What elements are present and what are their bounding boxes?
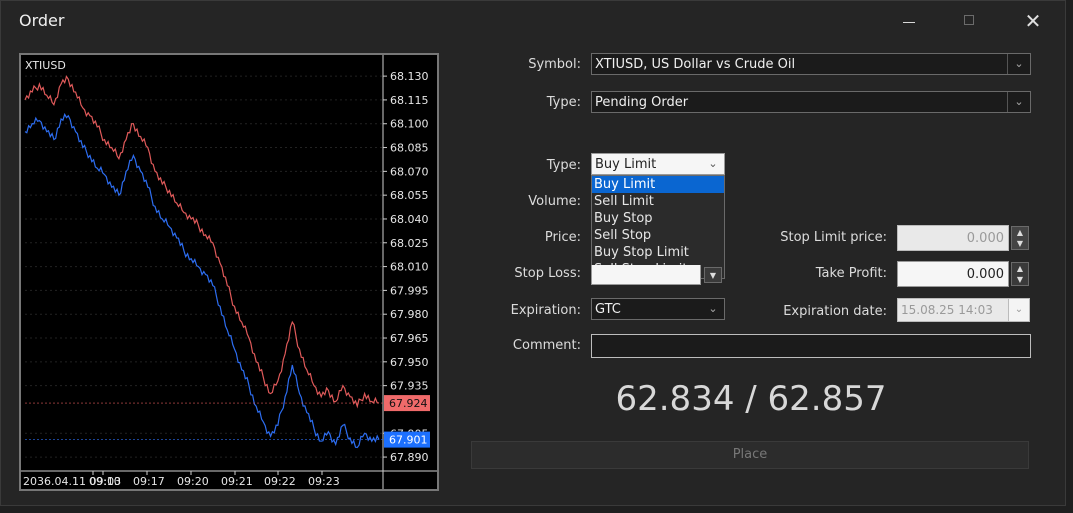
dropdown-option-buy-limit[interactable]: Buy Limit bbox=[592, 176, 724, 193]
volume-label: Volume: bbox=[528, 194, 581, 209]
title-bar[interactable]: Order ✕ bbox=[1, 1, 1065, 41]
y-tick-label: 68.010 bbox=[390, 261, 429, 274]
take-profit-stepper[interactable]: ▲ ▼ bbox=[1011, 262, 1029, 286]
y-tick-label: 67.980 bbox=[390, 308, 429, 321]
y-tick-label: 68.085 bbox=[390, 142, 429, 155]
symbol-select[interactable]: XTIUSD, US Dollar vs Crude Oil ⌄ bbox=[591, 53, 1031, 75]
expiration-label: Expiration: bbox=[510, 303, 581, 318]
x-tick-label: 09:10 bbox=[89, 475, 121, 488]
stop-limit-price-value: 0.000 bbox=[966, 231, 1004, 246]
stop-limit-price-label: Stop Limit price: bbox=[780, 230, 887, 245]
expiration-date-label: Expiration date: bbox=[783, 304, 887, 319]
expiration-value: GTC bbox=[595, 302, 621, 317]
chevron-down-icon: ⌄ bbox=[1007, 54, 1030, 74]
symbol-value: XTIUSD, US Dollar vs Crude Oil bbox=[595, 57, 796, 72]
chart-svg: 68.130 68.115 68.100 68.085 68.070 68.055 68.0… bbox=[21, 55, 437, 489]
symbol-label: Symbol: bbox=[528, 57, 581, 72]
bid-line bbox=[24, 75, 380, 409]
expiration-date-value: 15.08.25 14:03 bbox=[901, 303, 993, 317]
place-button[interactable]: Place bbox=[471, 441, 1029, 469]
order-type-select[interactable]: Pending Order ⌄ bbox=[591, 91, 1031, 113]
stop-loss-stepper[interactable]: ▼ bbox=[704, 267, 722, 283]
pending-type-select[interactable]: Buy Limit ⌄ bbox=[591, 153, 725, 175]
order-window: Order ✕ 68.130 68.115 68.100 68.085 68.070 68… bbox=[0, 0, 1066, 506]
ask-line bbox=[24, 112, 380, 449]
dropdown-option-sell-stop[interactable]: Sell Stop bbox=[592, 227, 724, 244]
y-tick-label: 68.040 bbox=[390, 213, 429, 226]
chevron-down-icon: ⌄ bbox=[708, 157, 718, 170]
y-tick-label: 67.950 bbox=[390, 356, 429, 369]
stop-loss-input[interactable] bbox=[591, 265, 701, 285]
y-tick-label: 68.100 bbox=[390, 118, 429, 131]
dropdown-option-sell-limit[interactable]: Sell Limit bbox=[592, 193, 724, 210]
x-tick-label: 09:17 bbox=[133, 475, 165, 488]
x-tick-label: 09:21 bbox=[221, 475, 253, 488]
y-tick-label: 67.890 bbox=[390, 451, 429, 464]
ask-price-tag-label: 67.901 bbox=[389, 434, 428, 447]
y-tick-label: 67.995 bbox=[390, 284, 429, 297]
chevron-down-icon: ⌄ bbox=[708, 302, 718, 315]
stop-limit-price-input[interactable]: 0.000 bbox=[897, 225, 1009, 251]
y-tick-label: 68.070 bbox=[390, 165, 429, 178]
price-label: Price: bbox=[544, 230, 581, 245]
y-tick-label: 68.055 bbox=[390, 189, 429, 202]
comment-input[interactable] bbox=[591, 334, 1031, 358]
comment-label: Comment: bbox=[512, 338, 581, 353]
pending-type-dropdown: Buy Limit Sell Limit Buy Stop Sell Stop … bbox=[591, 175, 725, 279]
price-chart: 68.130 68.115 68.100 68.085 68.070 68.055 68.0… bbox=[19, 53, 439, 491]
take-profit-input[interactable]: 0.000 bbox=[897, 261, 1009, 287]
stop-loss-label: Stop Loss: bbox=[514, 266, 581, 281]
dropdown-option-buy-stop[interactable]: Buy Stop bbox=[592, 210, 724, 227]
x-tick-label: 09:23 bbox=[308, 475, 340, 488]
pending-type-label: Type: bbox=[546, 158, 581, 173]
calendar-dropdown-icon[interactable]: ⌄ bbox=[1008, 298, 1030, 322]
chevron-down-icon: ⌄ bbox=[1007, 92, 1030, 112]
bid-price-tag-label: 67.924 bbox=[389, 397, 428, 410]
close-icon[interactable]: ✕ bbox=[1015, 9, 1051, 35]
expiration-select[interactable]: GTC ⌄ bbox=[591, 298, 725, 320]
y-tick-label: 68.025 bbox=[390, 237, 429, 250]
order-type-value: Pending Order bbox=[595, 95, 689, 110]
take-profit-value: 0.000 bbox=[966, 267, 1004, 282]
stop-limit-price-stepper[interactable]: ▲ ▼ bbox=[1011, 226, 1029, 250]
y-tick-label: 68.130 bbox=[390, 70, 429, 83]
y-tick-label: 67.965 bbox=[390, 332, 429, 345]
take-profit-label: Take Profit: bbox=[815, 266, 887, 281]
expiration-date-input[interactable]: 15.08.25 14:03 bbox=[897, 298, 1009, 322]
y-tick-label: 68.115 bbox=[390, 94, 429, 107]
y-tick-label: 67.935 bbox=[390, 380, 429, 393]
chart-symbol-label: XTIUSD bbox=[25, 59, 66, 72]
window-title: Order bbox=[19, 11, 65, 30]
bid-ask-quote: 62.834 / 62.857 bbox=[615, 379, 887, 419]
maximize-button[interactable] bbox=[951, 9, 987, 35]
pending-type-value: Buy Limit bbox=[595, 157, 657, 172]
minimize-button[interactable] bbox=[891, 9, 927, 35]
order-type-label: Type: bbox=[546, 95, 581, 110]
x-tick-label: 09:20 bbox=[177, 475, 209, 488]
dropdown-option-buy-stop-limit[interactable]: Buy Stop Limit bbox=[592, 244, 724, 261]
x-tick-label: 09:22 bbox=[264, 475, 296, 488]
